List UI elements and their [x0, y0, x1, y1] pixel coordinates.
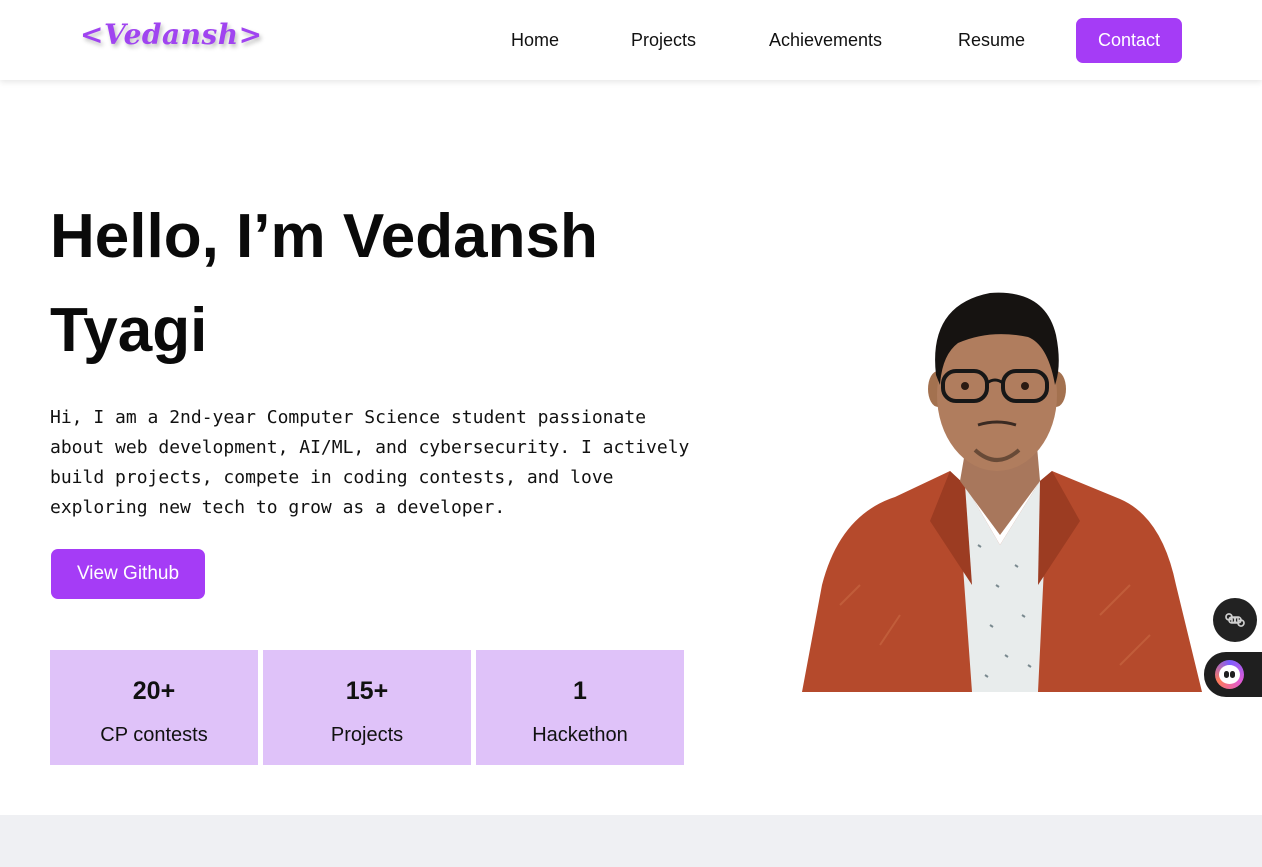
hero-title-line2: Tyagi: [50, 296, 208, 365]
stat-card-projects: 15+ Projects: [263, 650, 471, 765]
nav-link-projects[interactable]: Projects: [631, 30, 696, 51]
site-logo[interactable]: <Vedansh>: [80, 18, 263, 51]
stat-value: 20+: [132, 677, 176, 705]
site-header: <Vedansh> Home Projects Achievements Res…: [0, 0, 1262, 80]
assistant-widget-button[interactable]: [1204, 652, 1262, 697]
contact-button[interactable]: Contact: [1076, 18, 1182, 63]
hero-title-line1: Hello, I’m Vedansh: [50, 202, 598, 271]
view-github-button[interactable]: View Github: [51, 549, 205, 599]
command-icon: [1225, 613, 1245, 627]
stat-label: Projects: [330, 724, 404, 746]
stat-card-hackathon: 1 Hackethon: [476, 650, 684, 765]
next-section-band: [0, 815, 1262, 867]
nav-link-home[interactable]: Home: [511, 30, 559, 51]
hero-title: Hello, I’m Vedansh Tyagi: [50, 190, 700, 378]
nav-link-resume[interactable]: Resume: [958, 30, 1025, 51]
stat-card-cp-contests: 20+ CP contests: [50, 650, 258, 765]
stat-label: Hackethon: [532, 724, 628, 746]
hero-description: Hi, I am a 2nd-year Computer Science stu…: [50, 407, 690, 518]
stat-value: 1: [573, 677, 587, 705]
assistant-bot-icon: [1215, 660, 1244, 689]
command-menu-button[interactable]: [1213, 598, 1257, 642]
stat-label: CP contests: [100, 724, 208, 746]
profile-photo: [802, 292, 1202, 692]
stat-value: 15+: [345, 677, 389, 705]
nav-link-achievements[interactable]: Achievements: [769, 30, 882, 51]
